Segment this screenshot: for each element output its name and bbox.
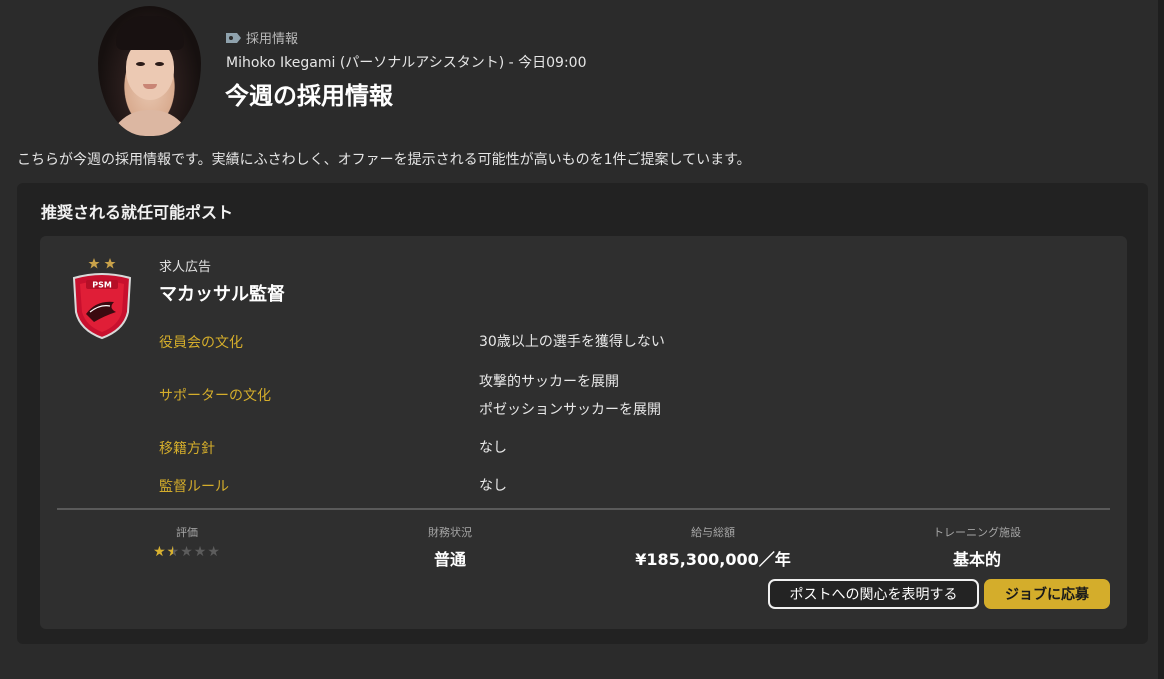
finance-stat: 財務状況 普通 bbox=[330, 524, 570, 570]
panel-title: 推奨される就任可能ポスト bbox=[41, 203, 234, 222]
manager-rules-value: なし bbox=[479, 478, 507, 494]
crest-star bbox=[88, 258, 100, 269]
training-label: トレーニング施設 bbox=[933, 526, 1021, 539]
transfer-policy-value: なし bbox=[479, 440, 507, 456]
job-card: PSM 求人広告 マカッサル監督 役員会の文化 30歳以上の選手を獲得しない サ… bbox=[40, 236, 1127, 629]
job-title: マカッサル監督 bbox=[159, 284, 285, 305]
transfer-policy-label: 移籍方針 bbox=[159, 441, 215, 457]
express-interest-button[interactable]: ポストへの関心を表明する bbox=[768, 579, 979, 609]
manager-rules-label: 監督ルール bbox=[159, 479, 229, 495]
recommended-posts-panel: 推奨される就任可能ポスト PSM 求人広告 マカッサル監督 役員会の文化 30歳… bbox=[17, 183, 1148, 644]
intro-text: こちらが今週の採用情報です。実績にふさわしく、オファーを提示される可能性が高いも… bbox=[17, 152, 751, 168]
rating-stars: ★★★★★ ★★★★★ bbox=[153, 544, 221, 560]
finance-label: 財務状況 bbox=[428, 526, 472, 539]
wage-label: 給与総額 bbox=[691, 526, 735, 539]
message-sender: Mihoko Ikegami (パーソナルアシスタント) - 今日09:00 bbox=[226, 55, 587, 71]
crest-star bbox=[104, 258, 116, 269]
apply-job-button[interactable]: ジョブに応募 bbox=[984, 579, 1110, 609]
wage-value: ¥185,300,000／年 bbox=[635, 550, 791, 569]
supporter-culture-label: サポーターの文化 bbox=[159, 388, 271, 404]
rating-label: 評価 bbox=[176, 526, 198, 539]
window-edge bbox=[1158, 0, 1164, 679]
job-ad-label: 求人広告 bbox=[159, 260, 212, 275]
supporter-culture-value-2: ポゼッションサッカーを展開 bbox=[479, 402, 661, 418]
training-value: 基本的 bbox=[952, 550, 1001, 569]
message-category: 採用情報 bbox=[226, 28, 298, 47]
finance-value: 普通 bbox=[433, 550, 466, 569]
rating-stat: 評価 ★★★★★ ★★★★★ bbox=[67, 524, 307, 560]
wage-stat: 給与総額 ¥185,300,000／年 bbox=[593, 524, 833, 570]
supporter-culture-value-1: 攻撃的サッカーを展開 bbox=[479, 374, 619, 390]
club-crest-icon: PSM bbox=[72, 258, 132, 340]
board-culture-value: 30歳以上の選手を獲得しない bbox=[479, 334, 665, 350]
card-divider bbox=[57, 508, 1110, 510]
tag-icon bbox=[226, 32, 241, 43]
category-label: 採用情報 bbox=[246, 32, 299, 47]
page-title: 今週の採用情報 bbox=[225, 82, 393, 110]
training-stat: トレーニング施設 基本的 bbox=[857, 524, 1097, 570]
svg-text:PSM: PSM bbox=[92, 281, 112, 290]
sender-avatar bbox=[98, 6, 201, 136]
board-culture-label: 役員会の文化 bbox=[159, 335, 243, 351]
